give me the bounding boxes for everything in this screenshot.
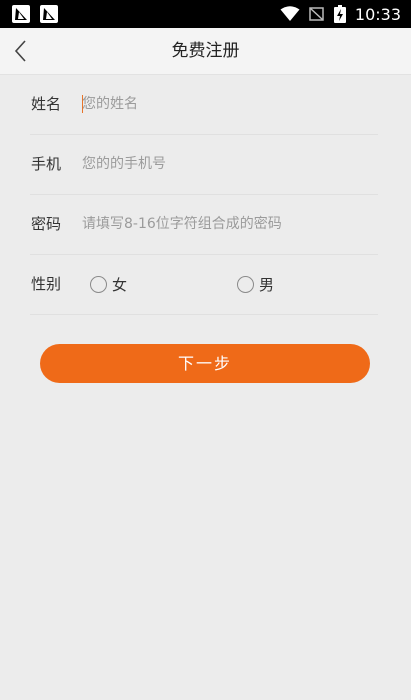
- gender-male-label: 男: [259, 276, 275, 294]
- status-time: 10:33: [354, 4, 401, 24]
- notification-app-icon: [40, 5, 58, 23]
- password-row: 密码: [30, 195, 378, 255]
- gender-male-radio[interactable]: 男: [237, 255, 274, 314]
- name-row: 姓名: [30, 75, 378, 135]
- gender-row: 性别 女 男: [30, 255, 378, 315]
- phone-row: 手机: [30, 135, 378, 195]
- phone-input[interactable]: [82, 152, 372, 176]
- next-step-button[interactable]: 下一步: [40, 344, 370, 383]
- password-input[interactable]: [82, 212, 372, 236]
- status-icons: 10:33: [280, 0, 401, 28]
- name-label: 姓名: [31, 95, 62, 113]
- radio-circle-icon: [237, 276, 254, 293]
- registration-form: 姓名 手机 密码 性别 女 男: [0, 75, 411, 315]
- gender-female-label: 女: [112, 276, 128, 294]
- no-signal-icon: [309, 7, 324, 21]
- gender-female-radio[interactable]: 女: [90, 255, 127, 314]
- status-bar: 10:33: [0, 0, 411, 28]
- gender-label: 性别: [31, 275, 62, 293]
- page-title: 免费注册: [171, 41, 240, 61]
- nav-bar: 免费注册: [0, 28, 411, 75]
- text-cursor: [82, 95, 83, 113]
- wifi-icon: [280, 6, 300, 21]
- phone-label: 手机: [31, 155, 62, 173]
- notification-app-icon: [12, 5, 30, 23]
- name-input[interactable]: [82, 92, 372, 116]
- password-label: 密码: [31, 215, 62, 233]
- radio-circle-icon: [90, 276, 107, 293]
- battery-charging-icon: [333, 5, 346, 23]
